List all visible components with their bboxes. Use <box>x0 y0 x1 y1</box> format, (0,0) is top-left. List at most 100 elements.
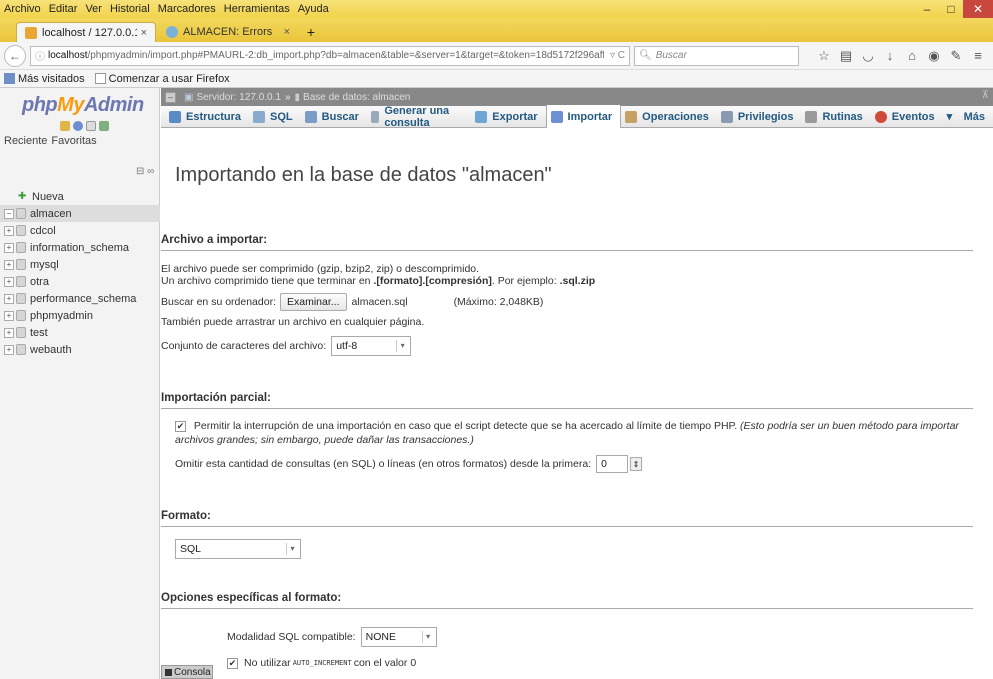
menu-editar[interactable]: Editar <box>49 3 78 15</box>
expand-icon[interactable]: + <box>4 344 14 355</box>
tab-exportar[interactable]: Exportar <box>471 106 545 128</box>
scroll-top-icon[interactable]: ⊼ <box>982 90 989 101</box>
settings-icon[interactable] <box>99 121 109 131</box>
tree-item-information-schema[interactable]: + information_schema <box>0 239 160 256</box>
console-toggle[interactable]: Consola <box>161 665 213 679</box>
browser-tab-localhost[interactable]: localhost / 127.0.0.1 / alma... × <box>16 22 156 42</box>
social-icon[interactable]: ✎ <box>945 48 967 64</box>
close-window-icon[interactable]: ✕ <box>963 0 993 18</box>
expand-icon[interactable]: + <box>4 327 14 338</box>
favorites-tab[interactable]: Favoritas <box>51 135 96 147</box>
home-icon[interactable] <box>60 121 70 131</box>
collapse-panel-icon[interactable]: – <box>165 91 176 103</box>
tab-privilegios[interactable]: Privilegios <box>717 106 802 128</box>
search-placeholder: Buscar <box>655 50 687 61</box>
tab-label: Operaciones <box>642 110 709 123</box>
database-icon <box>16 276 26 287</box>
max-size: (Máximo: 2,048KB) <box>453 296 544 308</box>
options-section: Opciones específicas al formato: Modalid… <box>161 592 973 669</box>
tree-item-new[interactable]: ✚ Nueva <box>0 188 160 205</box>
tab-más[interactable]: ▾ Más <box>943 106 993 128</box>
download-icon[interactable]: ↓ <box>879 48 901 64</box>
menu-marcadores[interactable]: Marcadores <box>158 3 216 15</box>
clipboard-icon[interactable]: ▤ <box>835 48 857 64</box>
collapse-link-icon[interactable]: ⊟ ∞ <box>136 166 154 177</box>
spinner-icon[interactable]: ⇕ <box>630 457 643 471</box>
tab-rutinas[interactable]: Rutinas <box>801 106 870 128</box>
expand-icon[interactable]: + <box>4 225 14 236</box>
sql-compat-select[interactable]: NONE ▾ <box>360 627 437 647</box>
sql-compat-value: NONE <box>365 631 396 643</box>
tab-buscar[interactable]: Buscar <box>301 106 367 128</box>
tree-item-test[interactable]: + test <box>0 324 160 341</box>
search-bar[interactable]: 🔍︎ Buscar <box>634 45 799 66</box>
allow-interrupt-checkbox[interactable]: ✔ <box>175 421 186 432</box>
tree-label: otra <box>30 275 49 288</box>
expand-icon[interactable]: + <box>4 293 14 304</box>
bookmark-star-icon[interactable]: ☆ <box>813 48 835 64</box>
desc-part: Un archivo comprimido tiene que terminar… <box>161 275 374 287</box>
menu-ver[interactable]: Ver <box>85 3 102 15</box>
home-icon[interactable]: ⌂ <box>901 48 923 64</box>
bookmark-comenzar[interactable]: Comenzar a usar Firefox <box>94 73 230 85</box>
format-select[interactable]: SQL ▾ <box>175 539 301 559</box>
browser-tab-almacen-errors[interactable]: ALMACEN: Errors × <box>158 22 298 42</box>
menu-ayuda[interactable]: Ayuda <box>298 3 329 15</box>
addon-icon[interactable]: ◉ <box>923 48 945 64</box>
skip-input[interactable]: 0 <box>596 455 629 473</box>
tree-item-cdcol[interactable]: + cdcol <box>0 222 160 239</box>
expand-icon[interactable]: + <box>4 242 14 253</box>
reload-icon[interactable]: ▿ C <box>610 50 625 61</box>
breadcrumb-database[interactable]: Base de datos: almacen <box>303 92 410 103</box>
recent-tab[interactable]: Reciente <box>4 135 47 147</box>
charset-select[interactable]: utf-8 ▾ <box>331 336 412 356</box>
menu-archivo[interactable]: Archivo <box>4 3 41 15</box>
exit-icon[interactable] <box>73 121 83 131</box>
tree-item-otra[interactable]: + otra <box>0 273 160 290</box>
tab-sql[interactable]: SQL <box>249 106 301 128</box>
tab-operaciones[interactable]: Operaciones <box>621 106 717 128</box>
bookmarks-bar: Más visitados Comenzar a usar Firefox <box>0 70 993 88</box>
browse-button[interactable]: Examinar... <box>280 293 347 311</box>
tree-item-performance-schema[interactable]: + performance_schema <box>0 290 160 307</box>
phpmyadmin-logo[interactable]: phpMyAdmin <box>22 94 159 117</box>
tab-close-icon[interactable]: × <box>284 26 290 38</box>
tab-generar-una-consulta[interactable]: Generar una consulta <box>367 105 471 129</box>
tab-eventos[interactable]: Eventos <box>871 106 943 128</box>
desc-part: . Por ejemplo: <box>491 275 560 287</box>
tab-label: SQL <box>270 110 293 123</box>
tab-estructura[interactable]: Estructura <box>165 106 249 128</box>
tab-importar[interactable]: Importar <box>545 105 622 128</box>
expand-icon[interactable]: + <box>4 276 14 287</box>
server-icon: ▣ <box>184 91 194 103</box>
tree-item-phpmyadmin[interactable]: + phpmyadmin <box>0 307 160 324</box>
hamburger-menu-icon[interactable]: ≡ <box>967 48 989 64</box>
collapse-icon[interactable]: − <box>4 208 14 219</box>
tree-item-almacen[interactable]: − almacen <box>0 205 160 222</box>
pocket-icon[interactable]: ◡ <box>857 48 879 64</box>
docs-icon[interactable] <box>86 121 96 131</box>
import-content: Importando en la base de datos "almacen" <box>161 164 993 187</box>
search-icon <box>304 110 317 123</box>
database-icon <box>16 225 26 236</box>
tab-close-icon[interactable]: × <box>141 27 147 39</box>
minimize-icon[interactable]: – <box>915 0 939 18</box>
bookmark-mas-visitados[interactable]: Más visitados <box>4 73 85 85</box>
menu-historial[interactable]: Historial <box>110 3 150 15</box>
partial-section-title: Importación parcial: <box>161 392 973 409</box>
no-auto-increment-checkbox[interactable]: ✔ <box>227 657 238 669</box>
sql-icon <box>253 110 266 123</box>
new-tab-button[interactable]: + <box>300 22 322 42</box>
expand-icon[interactable]: + <box>4 310 14 321</box>
tree-item-mysql[interactable]: + mysql <box>0 256 160 273</box>
site-identity-icon[interactable]: ⓘ <box>35 48 45 63</box>
url-bar[interactable]: ⓘ localhost/phpmyadmin/import.php#PMAURL… <box>30 45 630 66</box>
breadcrumb-server[interactable]: Servidor: 127.0.0.1 <box>196 92 281 103</box>
menu-herramientas[interactable]: Herramientas <box>224 3 290 15</box>
back-arrow-icon[interactable]: ← <box>4 44 26 67</box>
maximize-icon[interactable]: □ <box>939 0 963 18</box>
auto-inc-text-a: No utilizar <box>244 657 291 669</box>
expand-icon[interactable]: + <box>4 259 14 270</box>
query-icon <box>370 110 380 123</box>
tree-item-webauth[interactable]: + webauth <box>0 341 160 358</box>
